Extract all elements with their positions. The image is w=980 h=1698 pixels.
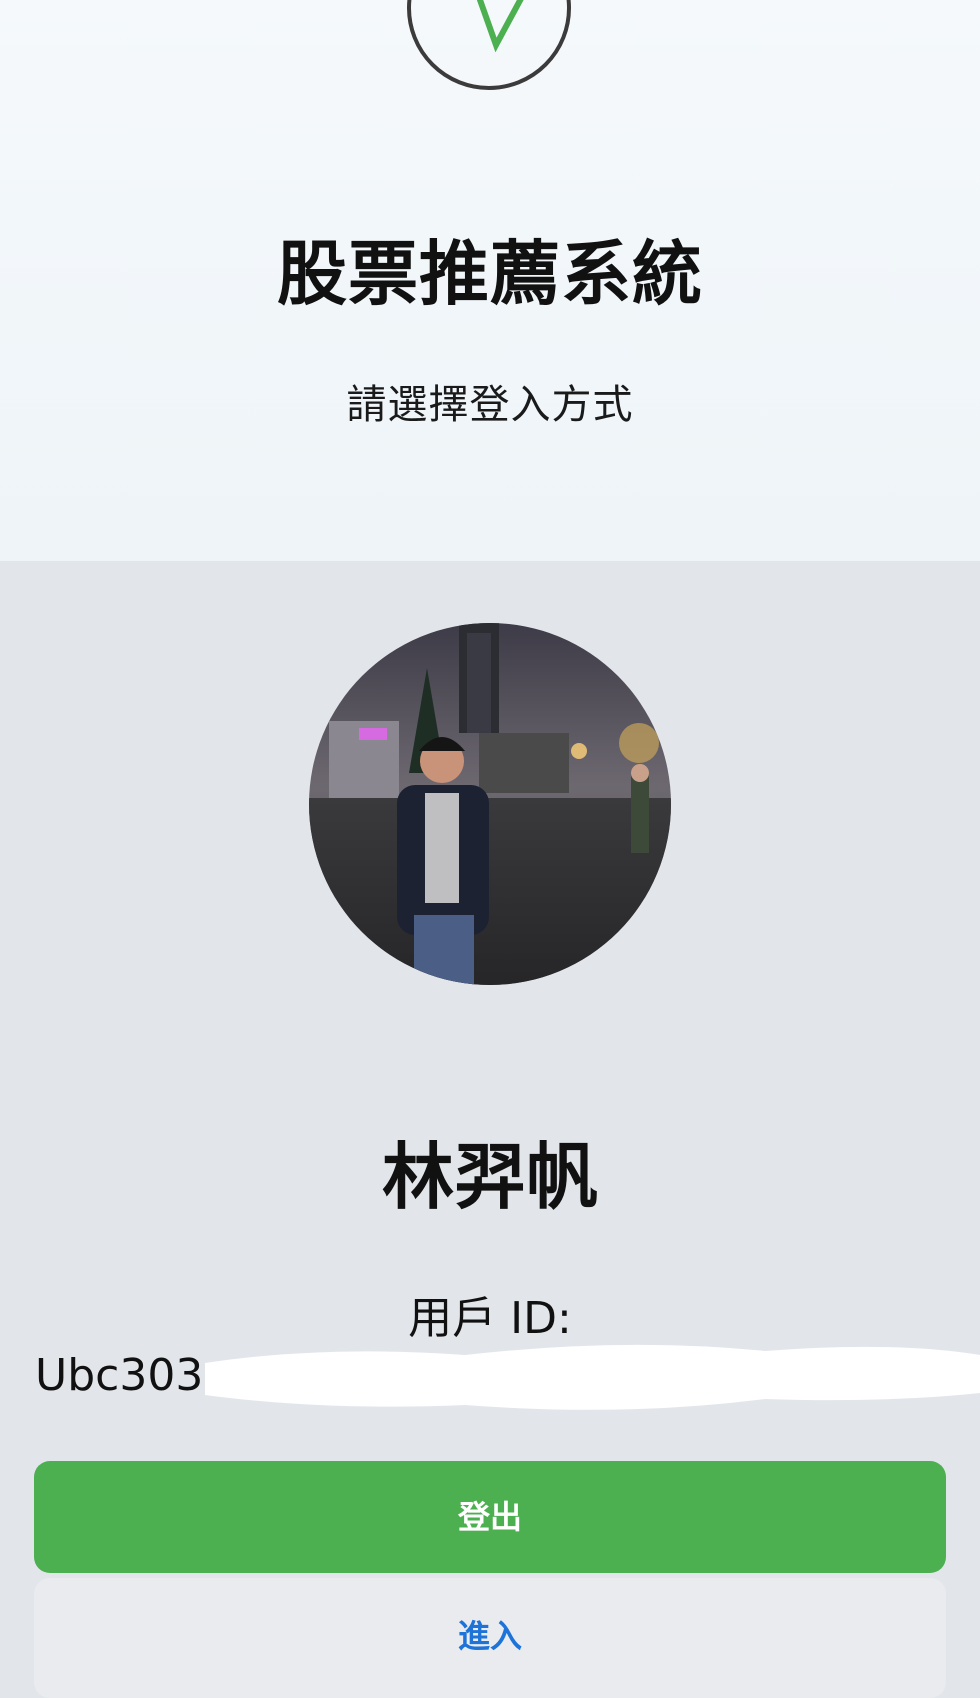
login-method-subtitle: 請選擇登入方式 xyxy=(346,382,634,428)
avatar xyxy=(309,623,671,985)
enter-button[interactable]: 進入 xyxy=(34,1578,946,1698)
user-avatar-photo xyxy=(309,623,671,985)
app-title: 股票推薦系統 xyxy=(277,233,703,315)
logout-button[interactable]: 登出 xyxy=(34,1461,946,1573)
stock-trend-logo-icon xyxy=(407,0,571,90)
login-header: 股票推薦系統 請選擇登入方式 xyxy=(0,0,980,561)
user-name: 林羿帆 xyxy=(381,1135,598,1219)
redaction-mark xyxy=(205,1344,980,1410)
user-id-value: Ubc303 xyxy=(35,1350,204,1401)
